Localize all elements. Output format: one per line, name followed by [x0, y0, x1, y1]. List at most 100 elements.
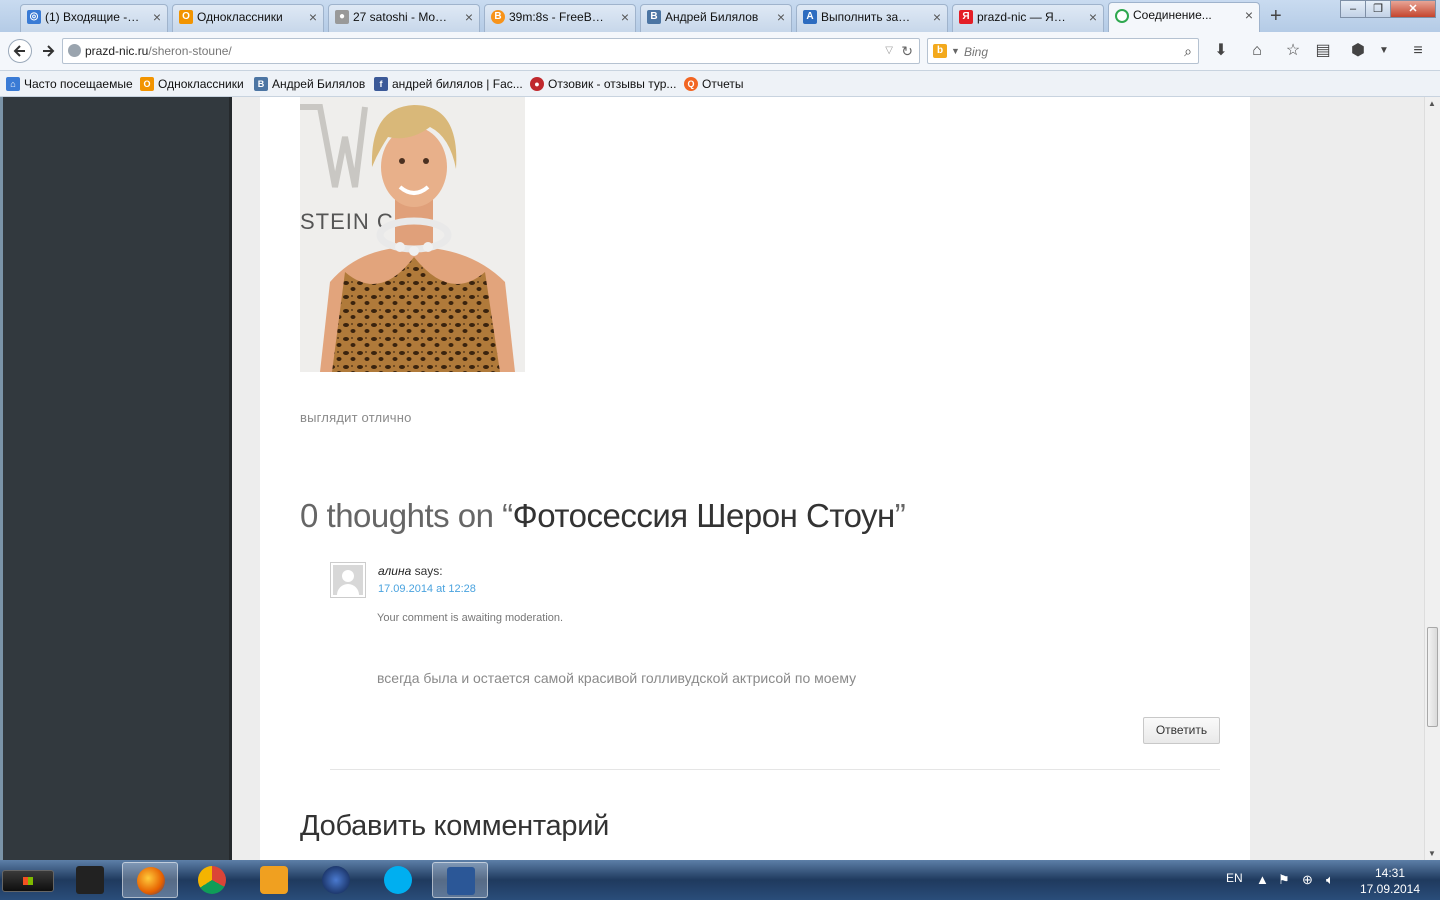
bitcoin-icon: B [491, 10, 505, 24]
tab-title: Выполнить зада... [821, 10, 916, 24]
close-tab-icon[interactable]: × [1245, 3, 1253, 27]
facebook-icon: f [374, 77, 388, 91]
restore-button[interactable]: ❐ [1365, 0, 1391, 18]
tab-title: (1) Входящие - ... [45, 10, 140, 24]
taskbar-app-files[interactable] [62, 862, 118, 898]
close-tab-icon[interactable]: × [933, 5, 941, 29]
tab-title: Одноклассники [197, 10, 283, 24]
bookmark-otzovik[interactable]: ● Отзовик - отзывы тур... [530, 76, 676, 92]
taskbar-app-skype[interactable] [370, 862, 426, 898]
close-window-button[interactable]: ✕ [1390, 0, 1436, 18]
tab-title: Андрей Билялов [665, 10, 759, 24]
search-bar[interactable]: b ▼ ⌕ [927, 38, 1199, 64]
system-clock[interactable]: 14:31 17.09.2014 [1355, 865, 1425, 897]
tab-moonbit[interactable]: ● 27 satoshi - Moo... × [328, 4, 480, 32]
scrollbar-thumb[interactable] [1427, 627, 1438, 727]
tab-inbox[interactable]: ◎ (1) Входящие - ... × [20, 4, 168, 32]
vk-icon: В [647, 10, 661, 24]
addon-icon[interactable]: ⬢ [1348, 41, 1368, 61]
clock-date: 17.09.2014 [1359, 882, 1421, 896]
history-dropdown-icon[interactable]: ▽ [885, 39, 893, 63]
comment-says: says: [411, 564, 443, 578]
taskbar-app-eye[interactable] [246, 862, 302, 898]
comment-date-link[interactable]: 17.09.2014 at 12:28 [378, 583, 476, 595]
tab-loading-active[interactable]: Соединение... × [1108, 2, 1260, 32]
bookmark-label: Отчеты [702, 77, 744, 91]
addon-dropdown-icon[interactable]: ▼ [1374, 41, 1394, 61]
action-center-flag-icon[interactable]: ⚑ [1278, 872, 1290, 912]
language-indicator[interactable]: EN [1226, 871, 1243, 911]
vk-icon: В [254, 77, 268, 91]
minimize-button[interactable]: – [1340, 0, 1366, 18]
tab-strip: ◎ (1) Входящие - ... × О Одноклассники ×… [0, 0, 1440, 32]
bookmarks-menu-icon[interactable]: ▤ [1313, 41, 1333, 61]
tab-tasks[interactable]: A Выполнить зада... × [796, 4, 948, 32]
bookmark-label: андрей билялов | Fac... [392, 77, 523, 91]
site-identity-icon[interactable] [68, 44, 81, 57]
network-icon[interactable]: ⊕ [1302, 872, 1313, 912]
post-content: STEIN C выглядит отлично 0 thoughts on “… [260, 97, 1250, 860]
downloads-icon[interactable]: ⬇ [1211, 41, 1231, 61]
scroll-up-icon[interactable]: ▲ [1428, 99, 1436, 108]
show-hidden-icons-icon[interactable]: ▲ [1256, 872, 1269, 912]
bookmark-label: Отзовик - отзывы тур... [548, 77, 677, 91]
avatar [330, 562, 366, 598]
taskbar-app-chrome[interactable] [184, 862, 240, 898]
reload-icon[interactable]: ↻ [901, 39, 913, 63]
close-tab-icon[interactable]: × [153, 5, 161, 29]
volume-icon[interactable]: 🔈︎ [1326, 872, 1334, 912]
page-scrollbar[interactable]: ▲ ▼ [1424, 97, 1440, 860]
eye-icon [260, 866, 288, 894]
post-photo[interactable]: STEIN C [300, 97, 525, 372]
new-tab-button[interactable]: + [1270, 4, 1282, 28]
menu-hamburger-icon[interactable]: ≡ [1408, 41, 1428, 61]
close-tab-icon[interactable]: × [1089, 5, 1097, 29]
tab-title: Соединение... [1133, 8, 1212, 22]
close-tab-icon[interactable]: × [309, 5, 317, 29]
tab-yandex[interactable]: Я prazd-nic — Янд... × [952, 4, 1104, 32]
tab-freebitcoin[interactable]: B 39m:8s - FreeBit... × [484, 4, 636, 32]
bookmark-star-icon[interactable]: ☆ [1283, 41, 1303, 61]
taskbar-app-firefox[interactable] [122, 862, 178, 898]
web-page: STEIN C выглядит отлично 0 thoughts on “… [0, 97, 1424, 860]
forward-button[interactable] [36, 39, 60, 63]
bookmark-facebook[interactable]: f андрей билялов | Fac... [374, 76, 523, 92]
tab-title: 27 satoshi - Moo... [353, 10, 448, 24]
reply-button[interactable]: Ответить [1143, 717, 1220, 744]
bookmark-label: Андрей Билялов [272, 77, 366, 91]
bookmark-odnoklassniki[interactable]: О Одноклассники [140, 76, 244, 92]
mail-icon: ◎ [27, 10, 41, 24]
back-button[interactable] [8, 39, 32, 63]
scroll-down-icon[interactable]: ▼ [1428, 849, 1436, 858]
tab-vk-profile[interactable]: В Андрей Билялов × [640, 4, 792, 32]
engine-dropdown-icon[interactable]: ▼ [951, 39, 960, 63]
post-title-link[interactable]: Фотосессия Шерон Стоун [513, 497, 896, 534]
odnoklassniki-icon: О [179, 10, 193, 24]
navigation-toolbar: prazd-nic.ru/sheron-stoune/ ▽ ↻ b ▼ ⌕ ⬇ … [0, 32, 1440, 71]
taskbar-app-media-player[interactable] [308, 862, 364, 898]
close-tab-icon[interactable]: × [621, 5, 629, 29]
bookmark-most-visited[interactable]: ⌂ Часто посещаемые [6, 76, 133, 92]
start-button[interactable] [2, 870, 54, 892]
bing-icon[interactable]: b [933, 44, 947, 58]
close-tab-icon[interactable]: × [777, 5, 785, 29]
bookmark-reports[interactable]: Q Отчеты [684, 76, 743, 92]
search-icon[interactable]: ⌕ [1184, 39, 1192, 63]
arrow-left-icon [13, 45, 25, 57]
word-icon [447, 867, 475, 895]
bookmark-label: Одноклассники [158, 77, 244, 91]
address-bar[interactable]: prazd-nic.ru/sheron-stoune/ ▽ ↻ [62, 38, 920, 64]
otzovik-icon: ● [530, 77, 544, 91]
comments-heading-suffix: ” [894, 497, 906, 534]
taskbar-app-word[interactable] [432, 862, 488, 898]
url-host: prazd-nic.ru [85, 44, 149, 58]
firefox-icon [137, 867, 165, 895]
tab-odnoklassniki[interactable]: О Одноклассники × [172, 4, 324, 32]
bookmark-vk-profile[interactable]: В Андрей Билялов [254, 76, 365, 92]
close-tab-icon[interactable]: × [465, 5, 473, 29]
search-input[interactable] [962, 42, 1176, 62]
reports-icon: Q [684, 77, 698, 91]
add-comment-heading: Добавить комментарий [300, 810, 609, 842]
photo-illustration: STEIN C [300, 97, 525, 372]
home-icon[interactable]: ⌂ [1247, 41, 1267, 61]
